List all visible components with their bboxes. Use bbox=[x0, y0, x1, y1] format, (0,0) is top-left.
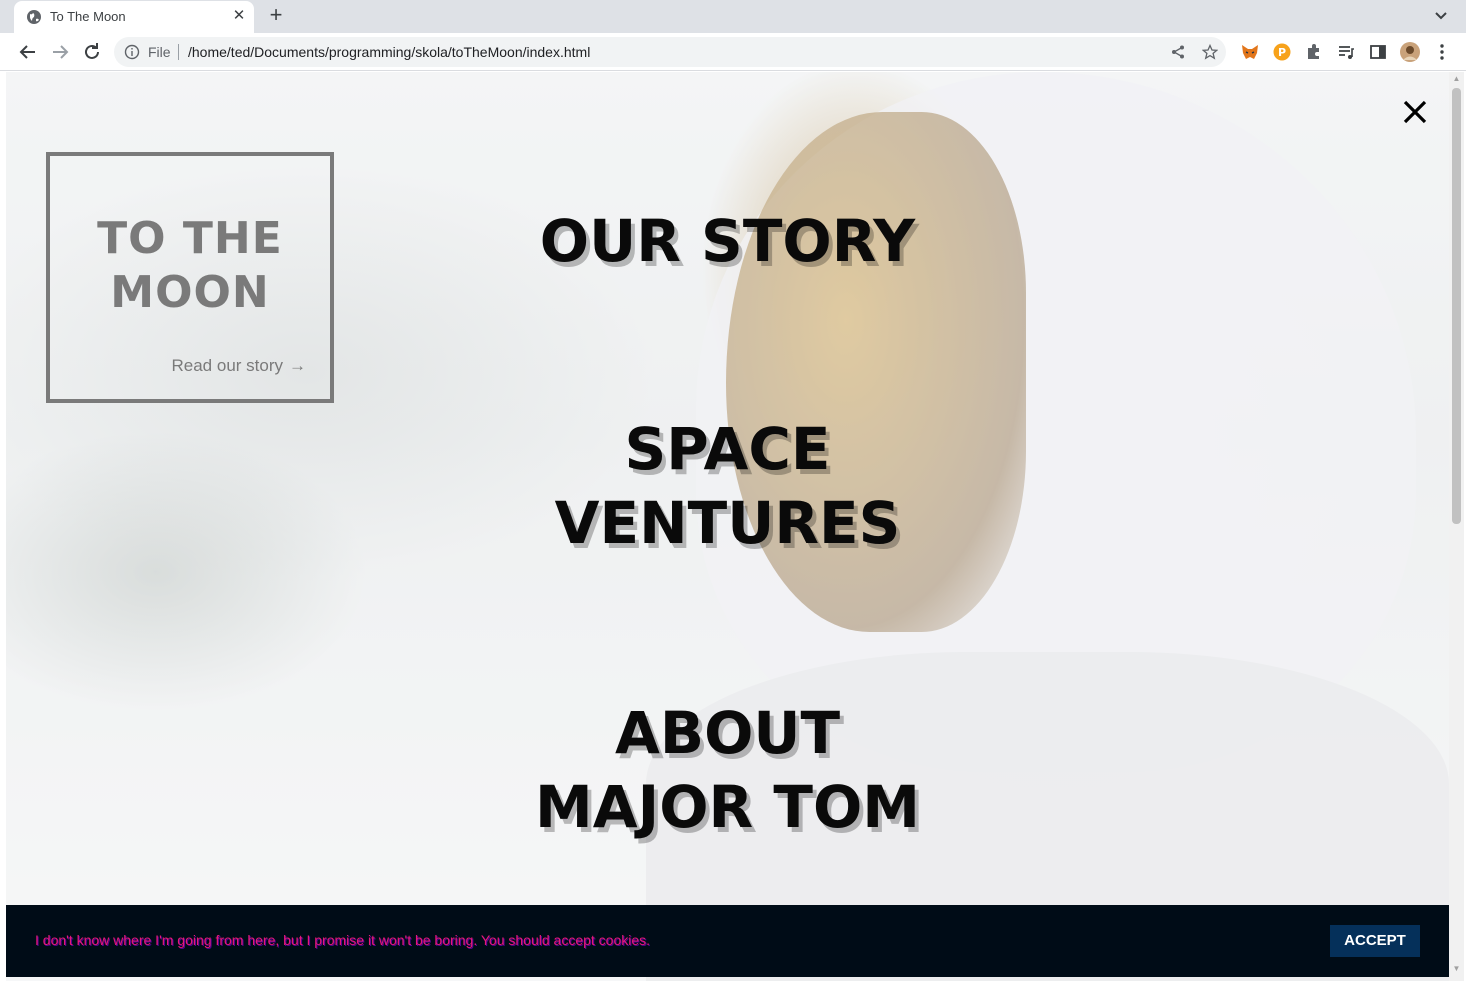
close-icon[interactable] bbox=[1401, 98, 1429, 126]
menu-link-label: MAJOR TOM bbox=[535, 773, 920, 841]
share-icon[interactable] bbox=[1170, 44, 1186, 60]
globe-icon bbox=[27, 10, 41, 24]
menu-link-label: SPACE bbox=[624, 415, 831, 483]
address-bar[interactable]: File /home/ted/Documents/programming/sko… bbox=[114, 37, 1226, 67]
tab-strip: To The Moon ✕ + bbox=[0, 0, 1466, 33]
url-scheme: File bbox=[148, 44, 171, 60]
accept-cookies-button[interactable]: ACCEPT bbox=[1330, 925, 1420, 957]
close-icon[interactable]: ✕ bbox=[230, 7, 248, 25]
avatar[interactable] bbox=[1400, 42, 1420, 62]
reload-icon[interactable] bbox=[80, 40, 104, 64]
menu-link-label: VENTURES bbox=[554, 489, 901, 557]
menu-link-our-story[interactable]: OUR STORY bbox=[6, 204, 1449, 278]
tab-title: To The Moon bbox=[50, 9, 126, 24]
arrow-right-icon: → bbox=[289, 356, 306, 375]
metamask-icon[interactable] bbox=[1240, 42, 1260, 62]
chevron-down-icon[interactable] bbox=[1430, 6, 1452, 26]
scrollbar-thumb[interactable] bbox=[1452, 88, 1461, 524]
scroll-up-arrow[interactable]: ▲ bbox=[1452, 75, 1461, 83]
tab-active[interactable]: To The Moon ✕ bbox=[14, 1, 254, 33]
back-icon[interactable] bbox=[16, 40, 40, 64]
menu-link-label: ABOUT bbox=[614, 699, 841, 767]
star-icon[interactable] bbox=[1202, 44, 1218, 60]
browser-window: To The Moon ✕ + File /home/ted/Documents… bbox=[0, 0, 1466, 981]
sidepanel-icon[interactable] bbox=[1368, 42, 1388, 62]
cookie-message: I don't know where I'm going from here, … bbox=[35, 932, 651, 948]
page-viewport: TO THE MOON Read our story → OUR STORY SP… bbox=[6, 72, 1449, 981]
svg-text:P: P bbox=[1278, 46, 1286, 59]
puzzle-icon[interactable] bbox=[1304, 42, 1324, 62]
url-text[interactable]: /home/ted/Documents/programming/skola/to… bbox=[188, 44, 590, 60]
forward-icon[interactable] bbox=[48, 40, 72, 64]
media-icon[interactable] bbox=[1336, 42, 1356, 62]
toolbar: File /home/ted/Documents/programming/sko… bbox=[0, 33, 1466, 71]
menu-link-about-major-tom[interactable]: ABOUT MAJOR TOM bbox=[6, 696, 1449, 844]
menu-link-space-ventures[interactable]: SPACE VENTURES bbox=[6, 412, 1449, 560]
scroll-down-arrow[interactable]: ▼ bbox=[1452, 965, 1461, 973]
scrollbar[interactable]: ▲ ▼ bbox=[1449, 72, 1464, 981]
info-icon[interactable] bbox=[124, 44, 140, 60]
plus-icon[interactable]: + bbox=[264, 4, 288, 28]
more-vert-icon[interactable] bbox=[1432, 42, 1452, 62]
divider bbox=[178, 44, 179, 60]
menu-link-label: OUR STORY bbox=[539, 207, 916, 275]
read-our-story-link[interactable]: Read our story → bbox=[172, 356, 307, 376]
cookie-banner: I don't know where I'm going from here, … bbox=[6, 905, 1449, 977]
read-our-story-label: Read our story bbox=[171, 356, 284, 375]
extension-coin-icon[interactable]: P bbox=[1272, 42, 1292, 62]
